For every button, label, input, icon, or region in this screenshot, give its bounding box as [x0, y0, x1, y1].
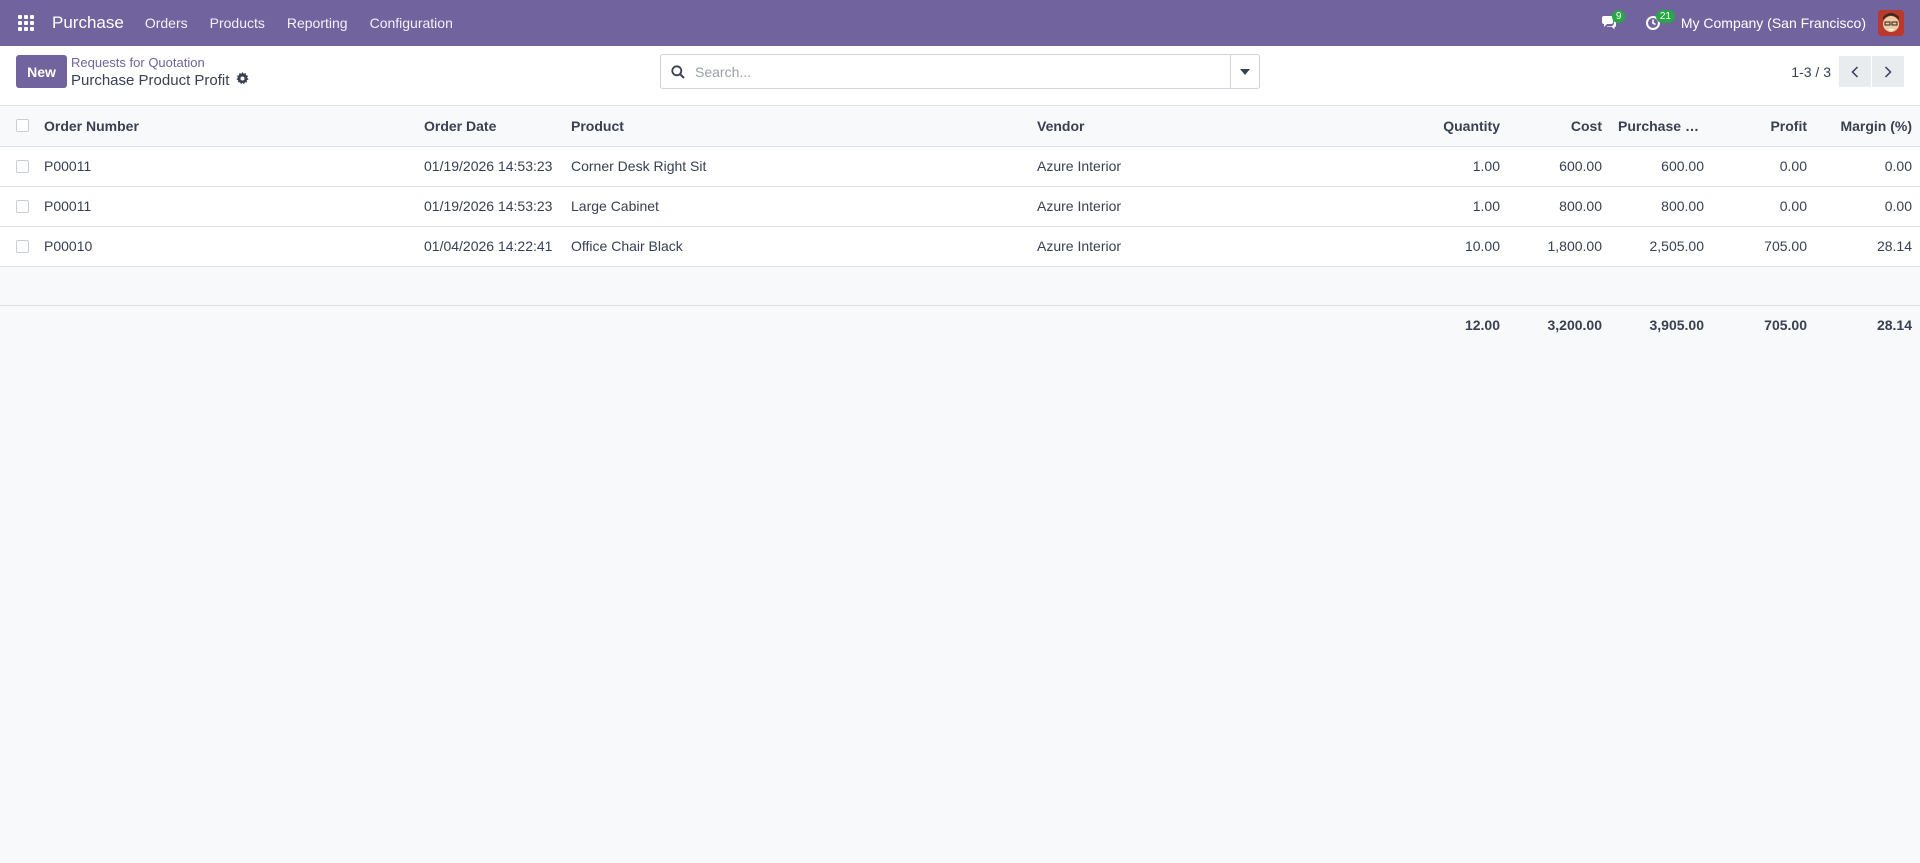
- breadcrumb: Requests for Quotation Purchase Product …: [71, 54, 250, 91]
- cell-cost: 600.00: [1508, 146, 1610, 187]
- table-row[interactable]: P00011 01/19/2026 14:53:23 Large Cabinet…: [0, 186, 1920, 227]
- column-header-purchase-price[interactable]: Purchase Pr…: [1610, 106, 1712, 147]
- company-switcher[interactable]: My Company (San Francisco): [1681, 15, 1866, 31]
- cell-order-date: 01/19/2026 14:53:23: [416, 146, 563, 187]
- user-face-icon: [1878, 10, 1904, 36]
- total-quantity: 12.00: [1406, 305, 1508, 344]
- cell-order-date: 01/04/2026 14:22:41: [416, 226, 563, 267]
- menu-orders[interactable]: Orders: [134, 15, 199, 31]
- cell-product: Large Cabinet: [563, 186, 1029, 227]
- cell-order-number: P00010: [36, 226, 416, 267]
- cell-purchase-price: 600.00: [1610, 146, 1712, 187]
- column-header-cost[interactable]: Cost: [1508, 106, 1610, 147]
- control-panel: New Requests for Quotation Purchase Prod…: [0, 46, 1920, 106]
- chevron-left-icon: [1851, 65, 1859, 78]
- chevron-right-icon: [1884, 65, 1892, 78]
- gear-icon[interactable]: [236, 71, 250, 91]
- cell-product: Corner Desk Right Sit: [563, 146, 1029, 187]
- page-title: Purchase Product Profit: [71, 72, 230, 89]
- cell-vendor: Azure Interior: [1029, 186, 1406, 227]
- cell-purchase-price: 800.00: [1610, 186, 1712, 227]
- messages-badge: 9: [1611, 10, 1626, 23]
- empty-row: [0, 266, 1920, 306]
- cell-quantity: 1.00: [1406, 146, 1508, 187]
- menu-configuration[interactable]: Configuration: [359, 15, 464, 31]
- pager-previous-button[interactable]: [1839, 56, 1871, 87]
- select-all-checkbox[interactable]: [16, 119, 29, 133]
- total-margin: 28.14: [1815, 305, 1920, 344]
- cell-vendor: Azure Interior: [1029, 226, 1406, 267]
- messages-button[interactable]: 9: [1587, 0, 1631, 46]
- cell-order-date: 01/19/2026 14:53:23: [416, 186, 563, 227]
- top-navbar: Purchase Orders Products Reporting Confi…: [0, 0, 1920, 46]
- cell-profit: 0.00: [1712, 186, 1815, 227]
- column-header-profit[interactable]: Profit: [1712, 106, 1815, 147]
- cell-profit: 0.00: [1712, 146, 1815, 187]
- pager: 1-3 / 3: [1791, 56, 1904, 87]
- cell-margin: 0.00: [1815, 186, 1920, 227]
- systray: 9 21 My Company (San Francisco): [1587, 0, 1920, 46]
- cell-quantity: 1.00: [1406, 186, 1508, 227]
- table-row[interactable]: P00010 01/04/2026 14:22:41 Office Chair …: [0, 226, 1920, 267]
- cell-purchase-price: 2,505.00: [1610, 226, 1712, 267]
- new-button[interactable]: New: [16, 55, 67, 88]
- totals-row: 12.00 3,200.00 3,905.00 705.00 28.14: [0, 305, 1920, 344]
- total-purchase-price: 3,905.00: [1610, 305, 1712, 344]
- column-header-product[interactable]: Product: [563, 106, 1029, 147]
- cell-margin: 28.14: [1815, 226, 1920, 267]
- cell-margin: 0.00: [1815, 146, 1920, 187]
- main-menu: Orders Products Reporting Configuration: [134, 15, 464, 31]
- column-header-quantity[interactable]: Quantity: [1406, 106, 1508, 147]
- table-row[interactable]: P00011 01/19/2026 14:53:23 Corner Desk R…: [0, 146, 1920, 187]
- activities-badge: 21: [1655, 10, 1675, 23]
- search-bar: [660, 54, 1260, 89]
- menu-reporting[interactable]: Reporting: [276, 15, 359, 31]
- cell-order-number: P00011: [36, 146, 416, 187]
- user-avatar[interactable]: [1878, 10, 1904, 36]
- caret-down-icon: [1240, 68, 1250, 75]
- app-name[interactable]: Purchase: [52, 13, 124, 33]
- total-profit: 705.00: [1712, 305, 1815, 344]
- total-cost: 3,200.00: [1508, 305, 1610, 344]
- cell-quantity: 10.00: [1406, 226, 1508, 267]
- pager-next-button[interactable]: [1872, 56, 1904, 87]
- row-checkbox[interactable]: [16, 239, 29, 253]
- cell-cost: 800.00: [1508, 186, 1610, 227]
- breadcrumb-parent[interactable]: Requests for Quotation: [71, 54, 249, 71]
- list-table: Order Number Order Date Product Vendor Q…: [0, 106, 1920, 344]
- cell-vendor: Azure Interior: [1029, 146, 1406, 187]
- search-options-toggle[interactable]: [1230, 55, 1259, 88]
- column-header-order-number[interactable]: Order Number: [36, 106, 416, 147]
- apps-menu-icon[interactable]: [0, 0, 52, 46]
- cell-product: Office Chair Black: [563, 226, 1029, 267]
- search-icon: [661, 55, 695, 88]
- cell-profit: 705.00: [1712, 226, 1815, 267]
- column-header-vendor[interactable]: Vendor: [1029, 106, 1406, 147]
- pager-value[interactable]: 1-3 / 3: [1791, 64, 1831, 80]
- table-header-row: Order Number Order Date Product Vendor Q…: [0, 106, 1920, 147]
- cell-cost: 1,800.00: [1508, 226, 1610, 267]
- row-checkbox[interactable]: [16, 199, 29, 213]
- column-header-margin[interactable]: Margin (%): [1815, 106, 1920, 147]
- column-header-order-date[interactable]: Order Date: [416, 106, 563, 147]
- activities-button[interactable]: 21: [1631, 0, 1675, 46]
- row-checkbox[interactable]: [16, 159, 29, 173]
- search-input[interactable]: [695, 55, 1230, 88]
- menu-products[interactable]: Products: [199, 15, 276, 31]
- cell-order-number: P00011: [36, 186, 416, 227]
